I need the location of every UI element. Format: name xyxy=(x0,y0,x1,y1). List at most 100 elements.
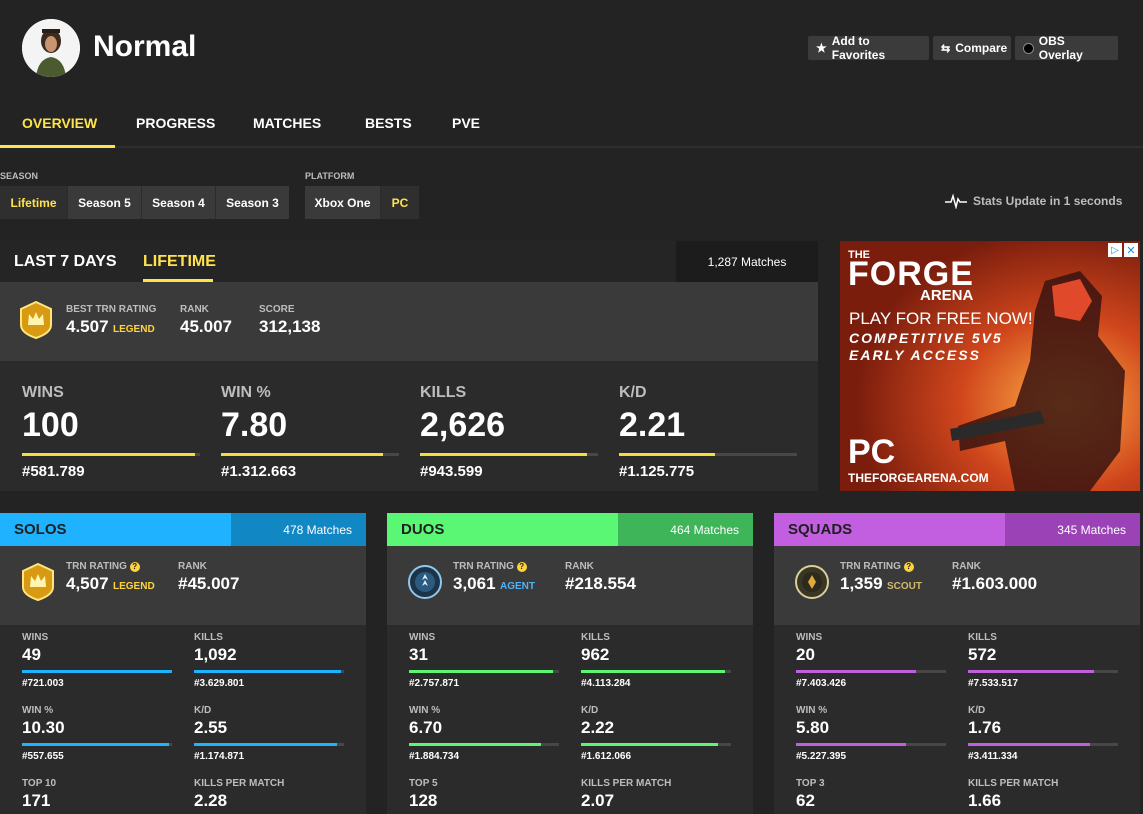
mode-stat-bar-fill xyxy=(581,670,725,673)
nav-tabs: OVERVIEW PROGRESS MATCHES BESTS PVE xyxy=(0,100,1143,148)
help-icon[interactable]: ? xyxy=(903,562,914,572)
mode-stat-label: TOP 3 xyxy=(796,778,825,789)
platform-selector: Xbox One PC xyxy=(305,186,419,219)
trn-rating-tier: AGENT xyxy=(500,581,535,592)
mode-stat-value: 962 xyxy=(581,645,610,664)
trn-rating-value: 3,061 xyxy=(453,574,496,593)
pulse-icon xyxy=(945,193,967,209)
stat-rank: #581.789 xyxy=(22,463,85,480)
mode-stat-bar-fill xyxy=(796,670,916,673)
mode-stat-value: 2.07 xyxy=(581,791,615,810)
stat-bar xyxy=(420,453,598,456)
trn-rating-label: TRN RATING ? xyxy=(66,561,155,572)
best-trn-tier: LEGEND xyxy=(113,324,155,335)
ad-info-icon[interactable]: ▷ xyxy=(1108,243,1122,257)
stat-label: K/D xyxy=(619,384,647,401)
mode-stat-label: WIN % xyxy=(409,705,441,716)
mode-stat-top: TOP 3 62 xyxy=(796,778,946,811)
stat-value: 100 xyxy=(22,406,79,444)
trn-rating-value: 1,359 xyxy=(840,574,883,593)
tab-matches[interactable]: MATCHES xyxy=(253,115,321,131)
mode-stat-value: 1,092 xyxy=(194,645,237,664)
platform-xbox-one[interactable]: Xbox One xyxy=(305,186,381,219)
score-block: SCORE 312,138 xyxy=(259,304,320,337)
trn-rating-label: TRN RATING ? xyxy=(840,561,922,572)
tab-overview[interactable]: OVERVIEW xyxy=(22,115,97,131)
season-5[interactable]: Season 5 xyxy=(68,186,142,219)
stat-bar xyxy=(221,453,399,456)
season-lifetime[interactable]: Lifetime xyxy=(0,186,68,219)
mode-stat-label: KILLS PER MATCH xyxy=(194,778,285,789)
mode-stat-label: K/D xyxy=(968,705,986,716)
obs-overlay-button[interactable]: OBS Overlay xyxy=(1015,34,1118,62)
trn-rating-tier: SCOUT xyxy=(887,581,922,592)
mode-stat-rank: #721.003 xyxy=(22,678,64,689)
mode-card-squads: SQUADS 345 Matches TRN RATING ? 1,359 SC… xyxy=(774,513,1140,814)
advertisement-banner[interactable]: ▷ ✕ THE FORGE ARENA PLAY FOR FREE NOW! C… xyxy=(840,241,1140,491)
ad-line-2: COMPETITIVE 5V5 xyxy=(849,330,1003,346)
add-to-favorites-button[interactable]: ★ Add to Favorites xyxy=(808,34,929,62)
stat-bar-fill xyxy=(619,453,716,456)
mode-stat-value: 49 xyxy=(22,645,41,664)
stat-rank: #1.312.663 xyxy=(221,463,297,480)
season-label: SEASON xyxy=(0,171,39,181)
mode-stat-bar xyxy=(22,743,172,746)
season-3[interactable]: Season 3 xyxy=(216,186,289,219)
trn-label-text: TRN RATING xyxy=(453,561,514,572)
help-icon[interactable]: ? xyxy=(516,562,527,572)
tab-bests[interactable]: BESTS xyxy=(365,115,412,131)
mode-stat-label: KILLS xyxy=(968,632,997,643)
mode-stat-wins: WINS 31 #2.757.871 xyxy=(409,632,559,689)
best-trn-block: BEST TRN RATING 4.507 LEGEND xyxy=(66,304,156,337)
tab-lifetime[interactable]: LIFETIME xyxy=(143,253,216,271)
mode-stat-kills: KILLS 1,092 #3.629.801 xyxy=(194,632,344,689)
mode-stat-rank: #1.612.066 xyxy=(581,751,632,762)
stats-update-status: Stats Update in 1 seconds xyxy=(945,193,1122,209)
compare-button[interactable]: ⇆ Compare xyxy=(933,36,1011,60)
update-text: Stats Update in 1 seconds xyxy=(973,194,1123,208)
tab-progress[interactable]: PROGRESS xyxy=(136,115,215,131)
mode-stat-bar xyxy=(581,743,731,746)
player-avatar xyxy=(22,19,80,77)
mode-stat-kd: K/D 2.22 #1.612.066 xyxy=(581,705,731,762)
season-4[interactable]: Season 4 xyxy=(142,186,216,219)
profile-header: Normal ★ Add to Favorites ⇆ Compare OBS … xyxy=(0,0,1143,150)
mode-name: DUOS xyxy=(401,521,445,538)
mode-stat-bar xyxy=(796,743,946,746)
mode-stat-bar xyxy=(796,670,946,673)
mode-stat-top: TOP 5 128 xyxy=(409,778,559,811)
mode-stat-rank: #7.533.517 xyxy=(968,678,1019,689)
mode-card-duos: DUOS 464 Matches TRN RATING ? 3,061 AGEN… xyxy=(387,513,753,814)
platform-pc[interactable]: PC xyxy=(381,186,419,219)
mode-rating-row: TRN RATING ? 1,359 SCOUT RANK #1.603.000 xyxy=(774,546,1140,625)
mode-stat-label: WINS xyxy=(409,632,436,643)
tab-last-7-days[interactable]: LAST 7 DAYS xyxy=(14,253,117,271)
mode-stat-label: K/D xyxy=(194,705,212,716)
header-actions: ★ Add to Favorites ⇆ Compare OBS Overlay xyxy=(808,34,1118,62)
mode-stat-kills-per-match: KILLS PER MATCH 2.07 xyxy=(581,778,731,811)
help-icon[interactable]: ? xyxy=(129,562,140,572)
mode-stat-rank: #1.174.871 xyxy=(194,751,245,762)
stat-bar xyxy=(619,453,797,456)
mode-stat-label: KILLS PER MATCH xyxy=(968,778,1059,789)
mode-header: DUOS 464 Matches xyxy=(387,513,753,546)
mode-stat-label: KILLS xyxy=(194,632,223,643)
mode-stat-rank: #1.884.734 xyxy=(409,751,460,762)
mode-stat-bar-fill xyxy=(409,743,541,746)
tab-pve[interactable]: PVE xyxy=(452,115,480,131)
mode-match-count: 478 Matches xyxy=(231,513,366,546)
mode-match-count: 464 Matches xyxy=(618,513,753,546)
mode-name: SOLOS xyxy=(14,521,67,538)
mode-stat-bar-fill xyxy=(22,670,172,673)
mode-stat-label: KILLS PER MATCH xyxy=(581,778,672,789)
mode-stat-bar xyxy=(581,670,731,673)
favorites-label: Add to Favorites xyxy=(831,34,886,62)
mode-rating-row: TRN RATING ? 4,507 LEGEND RANK #45.007 xyxy=(0,546,366,625)
stat-value: 2.21 xyxy=(619,406,686,444)
mode-stat-value: 2.22 xyxy=(581,718,615,737)
mode-stat-label: WIN % xyxy=(796,705,828,716)
close-icon[interactable]: ✕ xyxy=(1124,243,1138,257)
stat-label: WIN % xyxy=(221,384,271,401)
stat-win-percent: WIN % 7.80 #1.312.663 xyxy=(221,384,399,480)
mode-stat-kills-per-match: KILLS PER MATCH 2.28 xyxy=(194,778,344,811)
